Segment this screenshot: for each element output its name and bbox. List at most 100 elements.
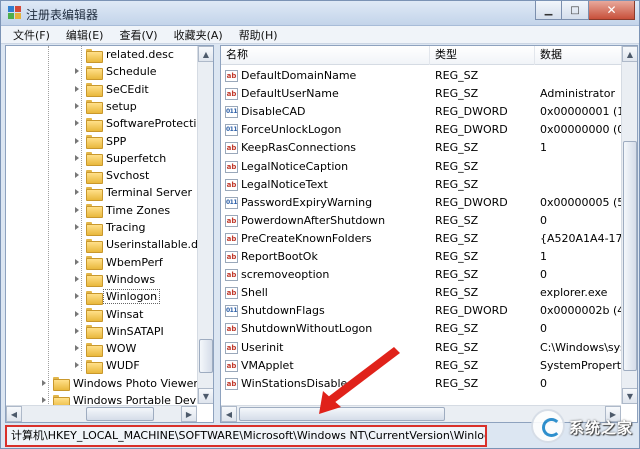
tree-item[interactable]: Terminal Server (73, 184, 194, 201)
tree-item[interactable]: Tracing (73, 219, 147, 236)
tree-item[interactable]: Schedule (73, 63, 159, 80)
expand-arrow-icon[interactable] (73, 119, 82, 128)
value-row[interactable]: 011 DisableCAD REG_DWORD 0x00000001 (1) (221, 103, 621, 121)
tree-horizontal-scrollbar[interactable]: ◀ ▶ (6, 405, 197, 422)
list-hscroll-thumb[interactable] (239, 407, 445, 421)
tree-item[interactable]: WinSATAPI (73, 323, 166, 340)
value-name: PowerdownAfterShutdown (241, 213, 386, 227)
tree-item[interactable]: SeCEdit (73, 81, 151, 98)
value-row[interactable]: ab WinStationsDisabled REG_SZ 0 (221, 375, 621, 393)
tree-item[interactable]: setup (73, 98, 139, 115)
value-name: scremoveoption (241, 268, 330, 282)
tree-item[interactable]: WbemPerf (73, 254, 165, 271)
value-data: 1 (540, 250, 547, 263)
tree-vertical-scrollbar[interactable]: ▲ ▼ (197, 46, 213, 404)
value-name: PreCreateKnownFolders (241, 231, 372, 245)
value-row[interactable]: 011 PasswordExpiryWarning REG_DWORD 0x00000… (221, 194, 621, 212)
value-row[interactable]: ab LegalNoticeText REG_SZ (221, 176, 621, 194)
scroll-up-button[interactable]: ▲ (198, 46, 213, 62)
value-row[interactable]: abUserinit REG_SZ C:\Windows\system32\user… (221, 339, 621, 357)
tree-item[interactable]: related.desc (73, 46, 176, 63)
expand-arrow-icon[interactable] (73, 344, 82, 353)
value-row[interactable]: 011 ForceUnlockLogon REG_DWORD 0x00000000 (… (221, 121, 621, 139)
values-list-pane[interactable]: 名称 类型 数据 ab DefaultDomainName REG_SZ ab Defa… (220, 45, 638, 423)
expand-arrow-icon[interactable] (73, 154, 82, 163)
menu-edit[interactable]: 编辑(E) (58, 27, 112, 43)
value-data: 0 (540, 268, 547, 282)
folder-icon (86, 238, 103, 253)
value-row[interactable]: ab PowerdownAfterShutdown REG_SZ 0 (221, 212, 621, 230)
tree-item[interactable]: Userinstallable.drivers (73, 236, 213, 253)
value-row[interactable]: ab PreCreateKnownFolders REG_SZ {A520A1A4-1… (221, 230, 621, 248)
list-vertical-scrollbar[interactable]: ▲ ▼ (621, 46, 637, 404)
expand-arrow-icon[interactable] (73, 275, 82, 284)
value-row[interactable]: ab DefaultDomainName REG_SZ (221, 67, 621, 85)
tree-item[interactable]: Winlogon (73, 288, 161, 305)
value-row[interactable]: abVMApplet REG_SZ SystemPropertiesPerforma… (221, 357, 621, 375)
expand-arrow-icon[interactable] (73, 310, 82, 319)
tree-item[interactable]: Time Zones (73, 202, 172, 219)
tree-item[interactable]: SoftwareProtectionPlatform (73, 115, 213, 132)
tree-item[interactable]: Svchost (73, 167, 151, 184)
value-data: 0x00000000 (0) (540, 123, 621, 137)
tree-item[interactable]: Windows (73, 271, 157, 288)
column-data-header[interactable]: 数据 (535, 46, 625, 65)
value-row[interactable]: 011ShutdownFlags REG_DWORD 0x0000002b (43) (221, 302, 621, 320)
expand-arrow-icon[interactable] (73, 361, 82, 370)
value-row[interactable]: ab DefaultUserName REG_SZ Administrator (221, 85, 621, 103)
value-row[interactable]: ab LegalNoticeCaption REG_SZ (221, 158, 621, 176)
tree-item[interactable]: Superfetch (73, 150, 168, 167)
menu-favorites[interactable]: 收藏夹(A) (166, 27, 231, 43)
menu-file[interactable]: 文件(F) (5, 27, 58, 43)
folder-icon (86, 48, 103, 63)
tree-item[interactable]: WOW (73, 340, 138, 357)
value-type: REG_SZ (435, 376, 479, 390)
expand-arrow-icon[interactable] (73, 137, 82, 146)
value-row[interactable]: ab ReportBootOk REG_SZ 1 (221, 248, 621, 266)
expand-arrow-icon[interactable] (73, 67, 82, 76)
scroll-down-button[interactable]: ▼ (198, 388, 213, 404)
title-bar[interactable]: 注册表编辑器 ▁ □ ✕ (1, 1, 639, 26)
folder-icon (86, 186, 103, 201)
value-data: 0x00000005 (5) (540, 195, 621, 209)
value-row[interactable]: ab scremoveoption REG_SZ 0 (221, 266, 621, 284)
scroll-left-button[interactable]: ◀ (221, 406, 237, 422)
tree-vscroll-thumb[interactable] (199, 339, 213, 373)
expand-arrow-icon[interactable] (73, 327, 82, 336)
expand-arrow-icon[interactable] (73, 85, 82, 94)
expand-arrow-icon[interactable] (73, 171, 82, 180)
close-button[interactable]: ✕ (589, 1, 635, 20)
column-type-header[interactable]: 类型 (430, 46, 535, 65)
tree-item[interactable]: WUDF (73, 357, 142, 374)
scroll-left-button[interactable]: ◀ (6, 406, 22, 422)
key-tree-pane[interactable]: related.desc Schedule SeCEdit setup Software… (5, 45, 214, 423)
scroll-up-button[interactable]: ▲ (622, 46, 637, 62)
expand-arrow-icon[interactable] (73, 258, 82, 267)
value-row[interactable]: ab ShutdownWithoutLogon REG_SZ 0 (221, 320, 621, 338)
column-name-header[interactable]: 名称 (221, 46, 430, 65)
list-vscroll-thumb[interactable] (623, 141, 637, 371)
value-name: WinStationsDisabled (241, 376, 355, 390)
tree-hscroll-thumb[interactable] (86, 407, 154, 421)
expand-arrow-icon[interactable] (40, 396, 49, 405)
menu-help[interactable]: 帮助(H) (231, 27, 286, 43)
expand-arrow-icon[interactable] (73, 292, 82, 301)
expand-arrow-icon[interactable] (73, 223, 82, 232)
value-data: {A520A1A4-1780-4FF6-BD18-167343C5AF16} (540, 231, 621, 245)
string-value-icon: ab (225, 214, 238, 227)
value-row[interactable]: ab Shell REG_SZ explorer.exe (221, 284, 621, 302)
menu-view[interactable]: 查看(V) (111, 27, 165, 43)
expand-arrow-icon[interactable] (73, 206, 82, 215)
scroll-right-button[interactable]: ▶ (181, 406, 197, 422)
minimize-button[interactable]: ▁ (535, 1, 562, 20)
tree-item[interactable]: Winsat (73, 306, 145, 323)
maximize-button[interactable]: □ (562, 1, 589, 20)
expand-arrow-icon[interactable] (73, 188, 82, 197)
value-row[interactable]: ab KeepRasConnections REG_SZ 1 (221, 139, 621, 157)
tree-item[interactable]: SPP (73, 133, 128, 150)
tree-item[interactable]: Windows Photo Viewer (40, 375, 200, 392)
expand-arrow-icon[interactable] (40, 379, 49, 388)
expand-arrow-icon[interactable] (73, 102, 82, 111)
tree-item-label: WUDF (106, 359, 140, 373)
scroll-down-button[interactable]: ▼ (622, 388, 637, 404)
